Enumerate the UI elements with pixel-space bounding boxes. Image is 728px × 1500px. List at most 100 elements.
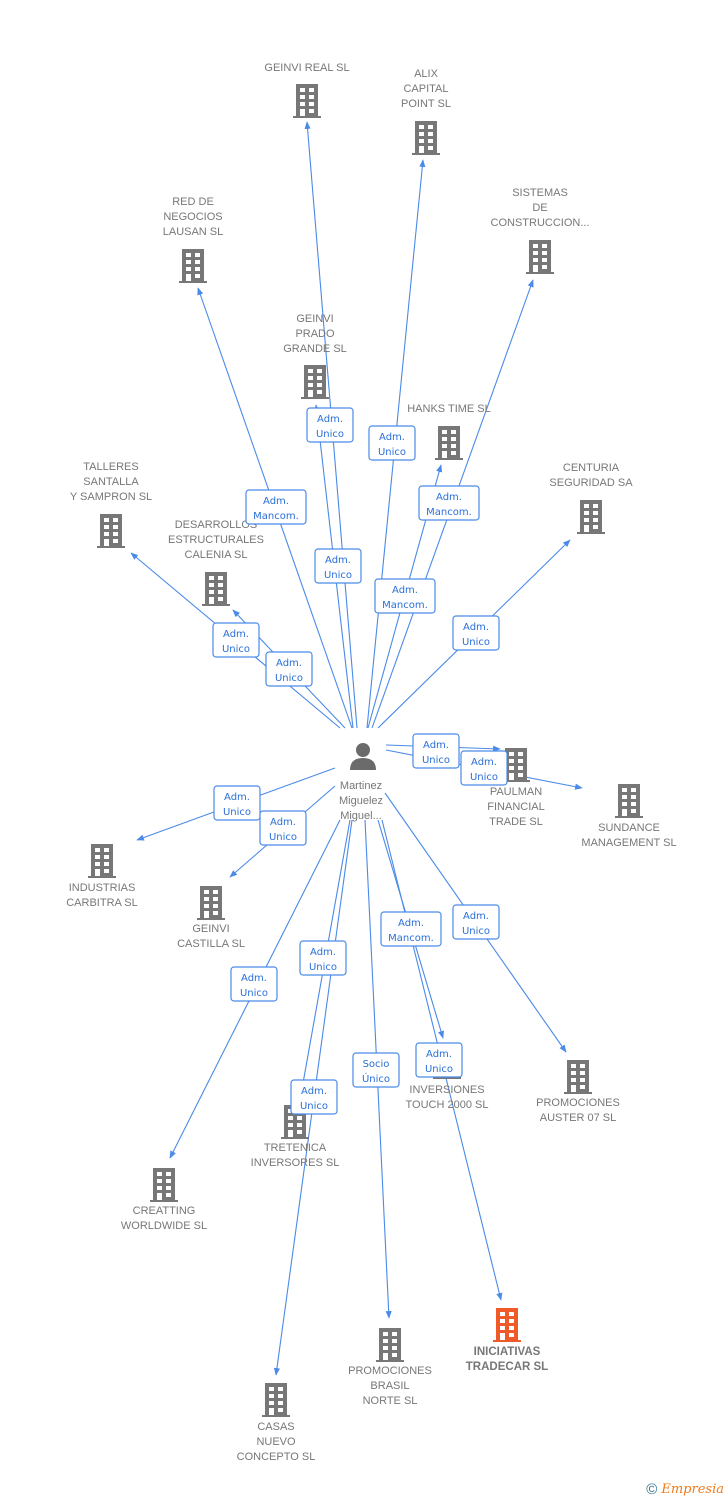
role-label[interactable]: Adm. Unico	[259, 810, 307, 846]
role-label[interactable]: Adm. Unico	[212, 622, 260, 658]
role-text-line: Unico	[316, 429, 344, 440]
company-node[interactable]: DESARROLLOS ESTRUCTURALES CALENIA SL	[168, 519, 264, 606]
role-label[interactable]: Adm. Mancom.	[245, 489, 307, 525]
company-node[interactable]: RED DE NEGOCIOS LAUSAN SL	[163, 196, 224, 283]
role-label[interactable]: Adm. Mancom.	[380, 911, 442, 947]
company-name-line: PAULMAN	[490, 786, 542, 798]
company-node[interactable]: PROMOCIONES AUSTER 07 SL	[536, 1060, 620, 1124]
footer-brand: © Empresia	[646, 1481, 724, 1498]
company-name-line: TOUCH 2000 SL	[406, 1099, 489, 1111]
company-node[interactable]: SISTEMAS DE CONSTRUCCION...	[491, 187, 590, 274]
role-label[interactable]: Adm. Unico	[314, 548, 362, 584]
building-icon	[88, 844, 116, 878]
company-name-line: PROMOCIONES	[536, 1097, 620, 1109]
empresia-logo[interactable]: Empresia	[661, 1482, 724, 1497]
company-name-line: LAUSAN SL	[163, 226, 224, 238]
company-name-line: NORTE SL	[363, 1395, 418, 1407]
building-icon	[97, 514, 125, 548]
company-node[interactable]: PROMOCIONES BRASIL NORTE SL	[348, 1328, 432, 1407]
company-node[interactable]: CREATTING WORLDWIDE SL	[121, 1168, 207, 1232]
company-name-line: CARBITRA SL	[66, 897, 138, 909]
role-text-line: Adm.	[224, 792, 250, 803]
building-icon	[150, 1168, 178, 1202]
company-name-line: PROMOCIONES	[348, 1365, 432, 1377]
role-label[interactable]: Adm. Unico	[412, 733, 460, 769]
role-text-line: Unico	[300, 1101, 328, 1112]
company-name-line: DE	[532, 202, 547, 214]
role-label[interactable]: Adm. Unico	[452, 904, 500, 940]
company-node[interactable]: SUNDANCE MANAGEMENT SL	[581, 784, 677, 849]
company-node[interactable]: ALIX CAPITAL POINT SL	[401, 68, 451, 155]
building-icon	[577, 500, 605, 534]
role-text-line: Adm.	[263, 496, 289, 507]
role-label[interactable]: Adm. Mancom.	[374, 578, 436, 614]
company-name-line: TRADE SL	[489, 816, 543, 828]
role-label[interactable]: Adm. Unico	[265, 651, 313, 687]
building-icon	[202, 572, 230, 606]
company-name-line: INDUSTRIAS	[69, 882, 136, 894]
role-text-line: Adm.	[392, 585, 418, 596]
person-name-line: Miguelez	[339, 795, 383, 807]
role-label[interactable]: Adm. Unico	[452, 615, 500, 651]
building-icon	[493, 1308, 521, 1342]
role-text-line: Adm.	[301, 1086, 327, 1097]
role-text-line: Unico	[222, 644, 250, 655]
role-text-line: Unico	[462, 926, 490, 937]
role-text-line: Unico	[240, 988, 268, 999]
company-name-line: TRETENICA	[264, 1142, 327, 1154]
role-label[interactable]: Adm. Unico	[415, 1042, 463, 1078]
company-node[interactable]: GEINVI REAL SL	[264, 62, 350, 118]
company-name-line: CASTILLA SL	[177, 938, 245, 950]
company-name-line: CONSTRUCCION...	[491, 217, 590, 229]
role-text-line: Único	[362, 1072, 390, 1085]
company-node[interactable]: CENTURIA SEGURIDAD SA	[549, 462, 633, 534]
company-node[interactable]: TALLERES SANTALLA Y SAMPRON SL	[70, 461, 152, 548]
role-label[interactable]: Adm. Unico	[306, 407, 354, 443]
role-text-line: Adm.	[270, 817, 296, 828]
role-label[interactable]: Adm. Unico	[230, 966, 278, 1002]
role-label[interactable]: Adm. Unico	[213, 785, 261, 821]
company-name-line: AUSTER 07 SL	[540, 1112, 616, 1124]
company-name-line: INICIATIVAS	[474, 1346, 541, 1358]
company-name-line: ESTRUCTURALES	[168, 534, 264, 546]
role-text-line: Mancom.	[426, 507, 472, 518]
company-name-line: Y SAMPRON SL	[70, 491, 152, 503]
role-label[interactable]: Adm. Unico	[368, 425, 416, 461]
role-text-line: Unico	[275, 673, 303, 684]
company-name-line: SUNDANCE	[598, 822, 660, 834]
company-name-line: PRADO	[295, 328, 335, 340]
role-label[interactable]: Adm. Mancom.	[418, 485, 480, 521]
building-icon	[526, 240, 554, 274]
role-text-line: Adm.	[325, 555, 351, 566]
role-text-line: Unico	[470, 772, 498, 783]
role-text-line: Unico	[462, 637, 490, 648]
company-name-line: RED DE	[172, 196, 214, 208]
building-icon	[179, 249, 207, 283]
company-name-line: GRANDE SL	[283, 343, 347, 355]
company-name-line: CAPITAL	[403, 83, 448, 95]
company-node[interactable]: INDUSTRIAS CARBITRA SL	[66, 844, 138, 909]
role-text-line: Adm.	[463, 911, 489, 922]
role-text-line: Adm.	[426, 1049, 452, 1060]
company-name-line: FINANCIAL	[487, 801, 544, 813]
company-name-line: NUEVO	[256, 1436, 296, 1448]
role-label[interactable]: Adm. Unico	[290, 1079, 338, 1115]
role-text-line: Adm.	[310, 947, 336, 958]
center-person[interactable]: Martinez Miguelez Miguel...	[339, 743, 383, 822]
company-node[interactable]: INICIATIVAS TRADECAR SL	[466, 1308, 548, 1373]
copyright-symbol: ©	[646, 1481, 658, 1498]
role-label[interactable]: Adm. Unico	[460, 750, 508, 786]
person-icon	[350, 743, 376, 770]
role-label[interactable]: Adm. Unico	[299, 940, 347, 976]
company-node[interactable]: GEINVI PRADO GRANDE SL	[283, 313, 347, 399]
network-diagram: GEINVI REAL SL ALIX CAPITAL POINT SL SISTEMA…	[66, 62, 677, 1463]
company-node[interactable]: CASAS NUEVO CONCEPTO SL	[237, 1383, 316, 1463]
role-text-line: Socio	[363, 1059, 390, 1070]
company-name-line: CASAS	[257, 1421, 294, 1433]
company-node[interactable]: GEINVI CASTILLA SL	[177, 886, 245, 950]
role-text-line: Adm.	[241, 973, 267, 984]
company-name-line: SEGURIDAD SA	[549, 477, 633, 489]
role-text-line: Unico	[422, 755, 450, 766]
role-label[interactable]: Socio Único	[352, 1052, 400, 1088]
building-icon	[262, 1383, 290, 1417]
